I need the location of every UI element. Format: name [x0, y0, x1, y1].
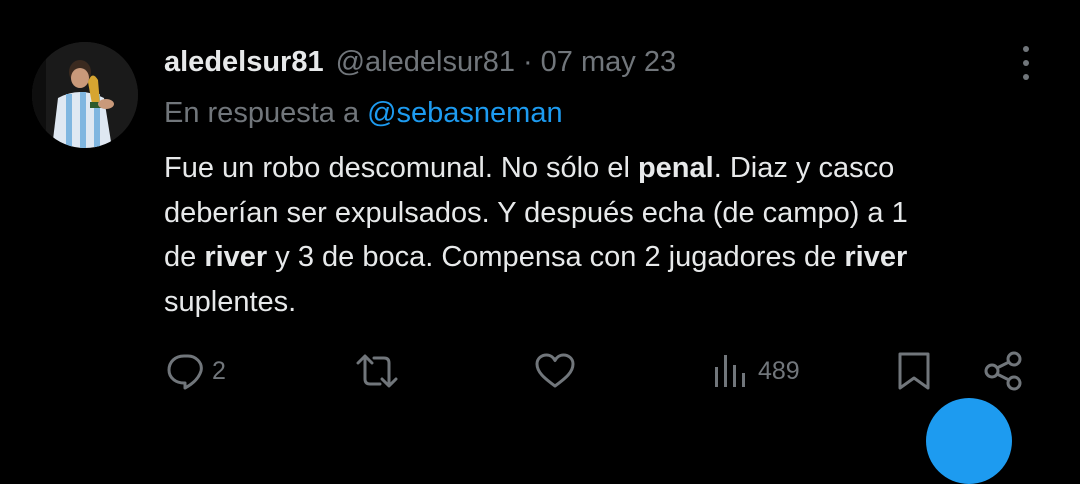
heart-icon: [535, 353, 575, 388]
tweet-text-line: de river y 3 de boca. Compensa con 2 jug…: [164, 235, 1044, 280]
vertical-ellipsis-icon[interactable]: [1013, 44, 1039, 84]
bookmark-icon: [898, 352, 930, 390]
retweet-arrows-icon: [356, 354, 398, 388]
separator: ·: [523, 45, 533, 78]
text-segment: de: [164, 241, 205, 273]
bar-chart-icon: [715, 355, 745, 387]
retweet-button[interactable]: [356, 348, 404, 394]
tweet-card[interactable]: aledelsur81 @aledelsur81 · 07 may 23 En …: [0, 0, 1080, 484]
tweet-text: Fue un robo descomunal. No sólo el penal…: [164, 146, 1044, 324]
like-button[interactable]: [534, 348, 582, 394]
text-segment-bold: river: [844, 241, 908, 273]
display-name[interactable]: aledelsur81: [164, 46, 324, 79]
tweet-date[interactable]: 07 may 23: [541, 46, 676, 79]
tweet-text-line: Fue un robo descomunal. No sólo el penal…: [164, 146, 1044, 191]
text-segment: Fue un robo descomunal. No sólo el: [164, 152, 638, 184]
views-button[interactable]: 489: [712, 348, 800, 394]
tweet-text-line: deberían ser expulsados. Y después echa …: [164, 191, 1044, 236]
avatar-image: [32, 42, 138, 148]
tweet-text-line: suplentes.: [164, 280, 1044, 325]
bookmark-button[interactable]: [894, 348, 934, 394]
reply-mention-link[interactable]: @sebasneman: [367, 97, 563, 130]
text-segment: suplentes.: [164, 285, 297, 318]
speech-bubble-icon: [167, 354, 203, 390]
share-icon: [984, 351, 1022, 391]
reply-context: En respuesta a @sebasneman: [164, 92, 563, 134]
views-count: 489: [758, 356, 800, 385]
text-segment-bold: penal: [637, 152, 714, 184]
user-handle[interactable]: @aledelsur81: [336, 46, 515, 79]
text-segment-bold: river: [204, 241, 268, 273]
text-segment: y 3 de boca. Compensa con 2 jugadores de: [267, 241, 845, 273]
reply-prefix: En respuesta a: [164, 96, 360, 129]
text-segment: . Diaz y casco: [713, 152, 895, 184]
tweet-header: aledelsur81 @aledelsur81 · 07 may 23: [164, 40, 676, 84]
reply-button[interactable]: 2: [166, 348, 226, 394]
share-button[interactable]: [982, 348, 1024, 394]
reply-count: 2: [212, 356, 226, 385]
avatar[interactable]: [32, 42, 138, 148]
text-segment: deberían ser expulsados. Y después echa …: [164, 196, 908, 229]
